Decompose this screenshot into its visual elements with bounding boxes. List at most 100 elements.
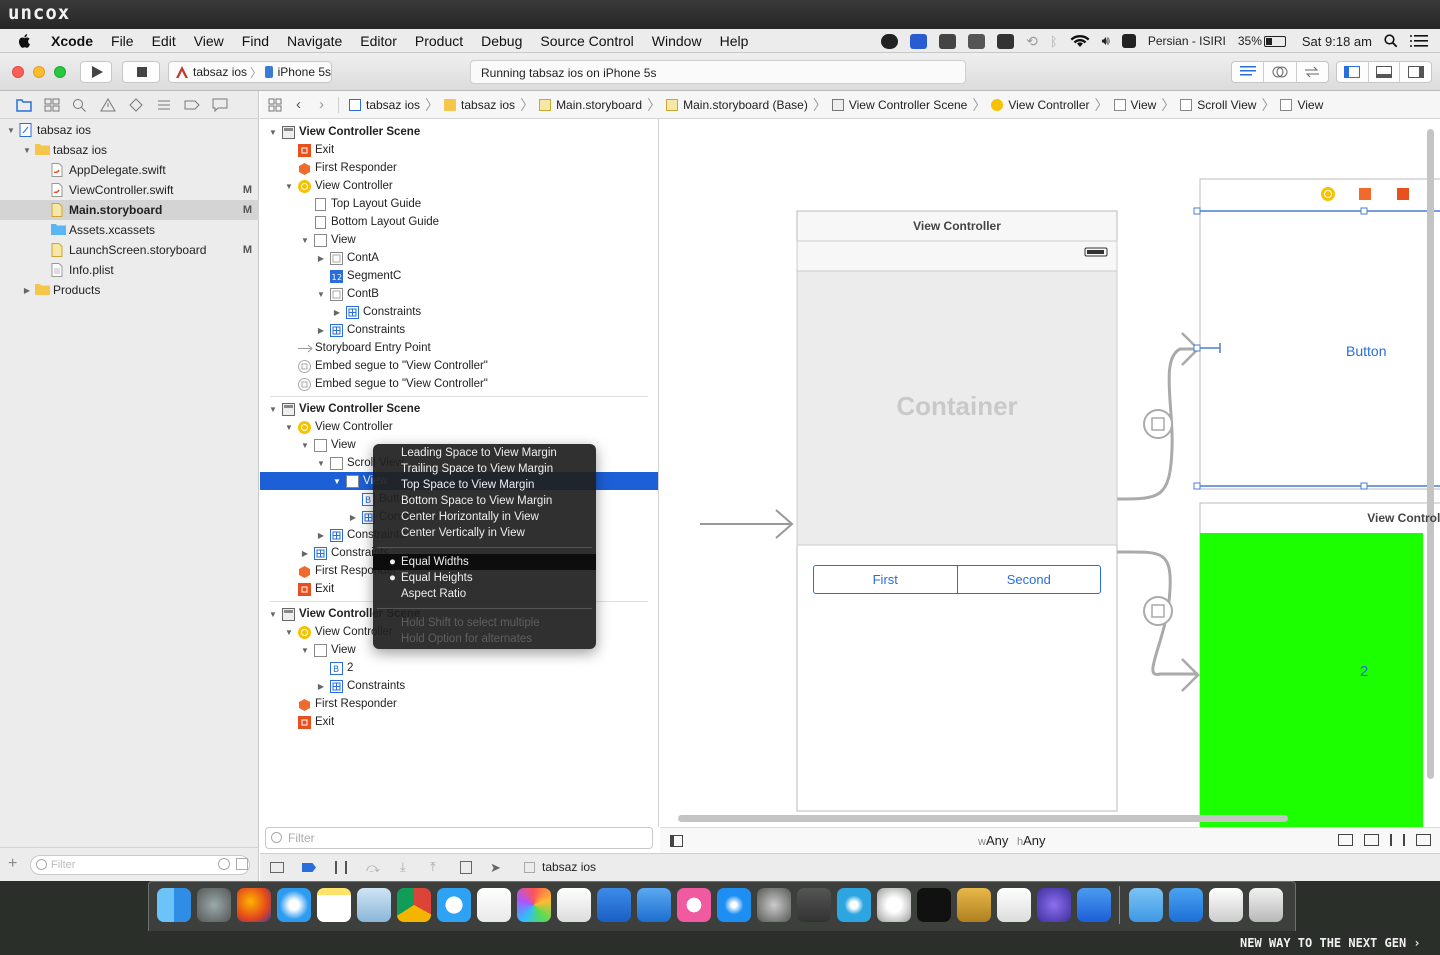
- file-row-products[interactable]: ▶ Products: [0, 280, 259, 300]
- trash-icon[interactable]: [1249, 888, 1283, 922]
- segmented-control[interactable]: First Second: [813, 565, 1101, 594]
- close-window-button[interactable]: [12, 66, 24, 78]
- popup-item-equal-heights[interactable]: ● Equal Heights: [373, 570, 596, 586]
- outline-row-container[interactable]: ▶ ContA: [260, 249, 658, 267]
- outline-row-arrow[interactable]: Storyboard Entry Point: [260, 339, 658, 357]
- popup-item-aspect-ratio[interactable]: Aspect Ratio: [373, 586, 596, 602]
- menu-product[interactable]: Product: [406, 33, 472, 49]
- file-row-viewcontroller-swift[interactable]: ViewController.swift M: [0, 180, 259, 200]
- archive-utility-icon[interactable]: [957, 888, 991, 922]
- breadcrumb-item[interactable]: Main.storyboard: [537, 98, 644, 112]
- app-store-icon[interactable]: [717, 888, 751, 922]
- outline-row-exit[interactable]: Exit: [260, 713, 658, 731]
- standard-editor-icon[interactable]: [1232, 62, 1265, 82]
- firefox-icon[interactable]: [237, 888, 271, 922]
- itunes-icon[interactable]: [677, 888, 711, 922]
- disclosure-triangle-icon[interactable]: ▼: [300, 646, 310, 655]
- outline-row-constraints[interactable]: ▶ Constraints: [260, 303, 658, 321]
- textedit-icon[interactable]: [557, 888, 591, 922]
- menu-edit[interactable]: Edit: [143, 33, 185, 49]
- popup-item-center-horizontally-in-view[interactable]: Center Horizontally in View: [373, 509, 596, 525]
- file-row-tabsaz-ios[interactable]: ▼ tabsaz ios: [0, 120, 259, 140]
- outline-row-responder[interactable]: First Responder: [260, 159, 658, 177]
- outline-row-guide[interactable]: Top Layout Guide: [260, 195, 658, 213]
- breadcrumb-item[interactable]: tabsaz ios: [442, 98, 517, 112]
- outline-row-constraints[interactable]: ▶ Constraints: [260, 321, 658, 339]
- input-source-icon[interactable]: [1121, 34, 1136, 48]
- main-vc-title[interactable]: View Controller: [797, 219, 1117, 233]
- disclosure-triangle-icon[interactable]: ▼: [300, 236, 310, 245]
- java-dock-icon[interactable]: [997, 888, 1031, 922]
- disclosure-triangle-icon[interactable]: ▶: [300, 549, 310, 558]
- scheme-selector[interactable]: tabsaz ios 〉 iPhone 5s: [168, 61, 332, 83]
- pause-icon[interactable]: [335, 861, 347, 874]
- outline-row-view[interactable]: ▼ View: [260, 231, 658, 249]
- popup-item-center-vertically-in-view[interactable]: Center Vertically in View: [373, 525, 596, 541]
- child-button-label[interactable]: 2: [1360, 663, 1368, 680]
- keynote-icon[interactable]: [597, 888, 631, 922]
- file-row-tabsaz-ios[interactable]: ▼ tabsaz ios: [0, 140, 259, 160]
- breakpoint-navigator-icon[interactable]: [184, 98, 200, 112]
- disclosure-triangle-icon[interactable]: ▼: [268, 610, 278, 619]
- size-class-selector[interactable]: wAny hAny: [978, 833, 1046, 848]
- downloads-folder-icon[interactable]: [1169, 888, 1203, 922]
- notification-center-icon[interactable]: [1410, 35, 1428, 47]
- related-items-icon[interactable]: [266, 98, 284, 112]
- stop-button[interactable]: [122, 61, 160, 83]
- debug-navigator-icon[interactable]: [156, 98, 172, 112]
- embed-segue-line-bottom[interactable]: [1116, 550, 1200, 692]
- forward-arrow-icon[interactable]: ›: [317, 96, 326, 113]
- breadcrumb-item[interactable]: View: [1278, 98, 1325, 112]
- debug-area-toggle-icon[interactable]: [1369, 62, 1401, 82]
- telegram-dock-icon[interactable]: [837, 888, 871, 922]
- file-row-appdelegate-swift[interactable]: AppDelegate.swift: [0, 160, 259, 180]
- outline-row-exit[interactable]: Exit: [260, 141, 658, 159]
- show-outline-icon[interactable]: [670, 835, 683, 847]
- back-arrow-icon[interactable]: ‹: [294, 96, 303, 113]
- segment-first[interactable]: First: [814, 566, 958, 593]
- align-icon[interactable]: [1364, 834, 1379, 846]
- time-machine-icon[interactable]: ⟲: [1026, 33, 1038, 50]
- download-status-icon[interactable]: [910, 33, 928, 49]
- sublime-text-icon[interactable]: [797, 888, 831, 922]
- popup-item-equal-widths[interactable]: ● Equal Widths: [373, 554, 596, 570]
- disclosure-triangle-icon[interactable]: ▼: [22, 146, 32, 155]
- segment-second[interactable]: Second: [958, 566, 1101, 593]
- add-file-icon[interactable]: +: [8, 855, 17, 873]
- finder-icon[interactable]: [157, 888, 191, 922]
- documents-folder-icon[interactable]: [1129, 888, 1163, 922]
- outline-row-guide[interactable]: Bottom Layout Guide: [260, 213, 658, 231]
- outline-row-button[interactable]: B2: [260, 659, 658, 677]
- disclosure-triangle-icon[interactable]: ▶: [332, 308, 342, 317]
- outline-row-vc[interactable]: ▼ View Controller: [260, 418, 658, 436]
- memory-status-icon[interactable]: [997, 33, 1015, 49]
- file-row-main-storyboard[interactable]: Main.storyboard M: [0, 200, 259, 220]
- disclosure-triangle-icon[interactable]: ▼: [284, 628, 294, 637]
- navigator-toggle-icon[interactable]: [1337, 62, 1369, 82]
- breadcrumb-item[interactable]: View Controller: [989, 98, 1091, 112]
- menu-source-control[interactable]: Source Control: [531, 33, 642, 49]
- assistant-editor-icon[interactable]: [1264, 62, 1297, 82]
- child-vc-title[interactable]: View Controller: [1200, 511, 1440, 525]
- menu-app-name[interactable]: Xcode: [42, 33, 102, 49]
- outline-row-scene[interactable]: ▼ View Controller Scene: [260, 400, 658, 418]
- outline-row-responder[interactable]: First Responder: [260, 695, 658, 713]
- panel-toggle-control[interactable]: [1336, 61, 1432, 83]
- outline-filter-input[interactable]: Filter: [265, 827, 653, 849]
- navigator-filter-input[interactable]: Filter: [30, 855, 250, 875]
- pin-icon[interactable]: [1390, 834, 1405, 846]
- embed-segue-line-top[interactable]: [1116, 332, 1200, 501]
- disclosure-triangle-icon[interactable]: ▶: [316, 531, 326, 540]
- clock[interactable]: Sat 9:18 am: [1302, 34, 1372, 49]
- file-row-info-plist[interactable]: Info.plist: [0, 260, 259, 280]
- editor-mode-control[interactable]: [1231, 61, 1329, 83]
- menu-editor[interactable]: Editor: [351, 33, 406, 49]
- airplay-status-icon[interactable]: [939, 33, 957, 49]
- step-into-icon[interactable]: ⤓: [400, 859, 406, 875]
- disclosure-triangle-icon[interactable]: ▼: [332, 477, 342, 486]
- outline-row-scene[interactable]: ▼ View Controller Scene: [260, 123, 658, 141]
- outline-row-constraints[interactable]: ▶ Constraints: [260, 677, 658, 695]
- popup-item-bottom-space-to-view-margin[interactable]: Bottom Space to View Margin: [373, 493, 596, 509]
- location-icon[interactable]: ➤: [490, 860, 501, 876]
- recent-files-icon[interactable]: [218, 858, 230, 870]
